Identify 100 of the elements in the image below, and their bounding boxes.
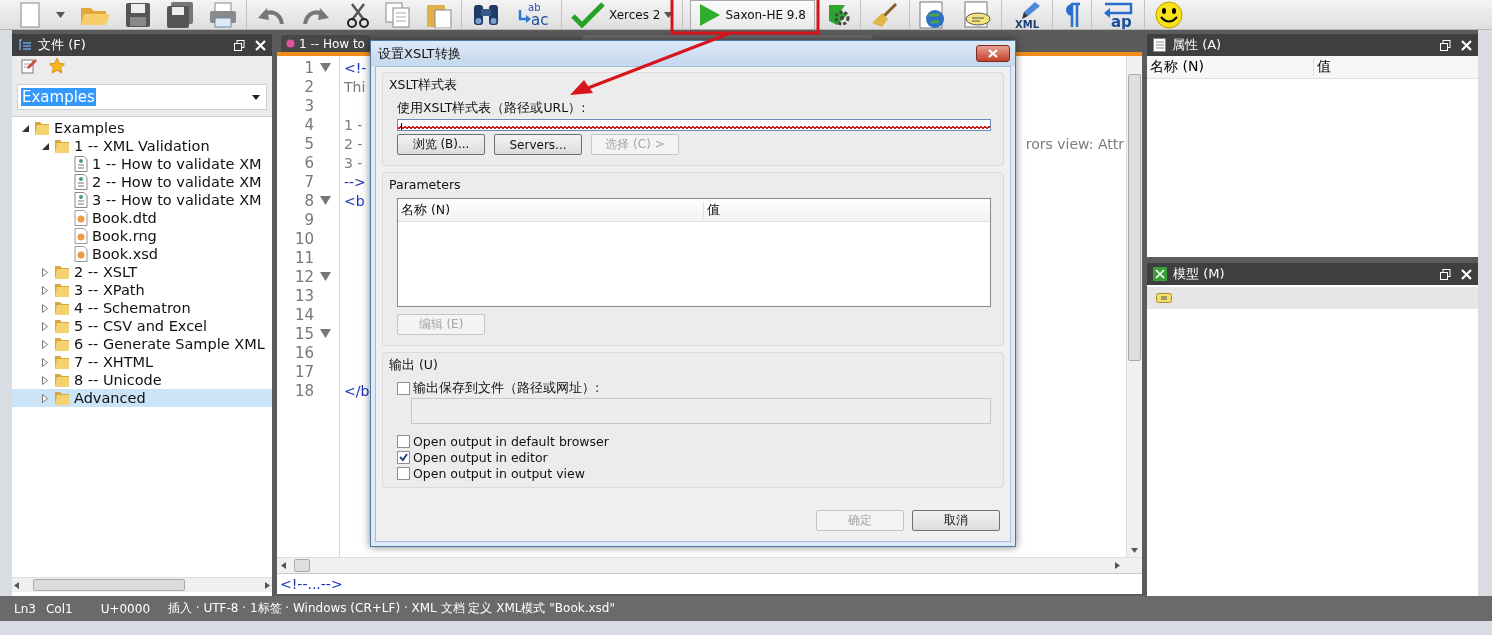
document-icon xyxy=(19,1,41,28)
checkbox[interactable] xyxy=(397,381,410,395)
tree-item[interactable]: 2 -- XSLT xyxy=(12,263,272,281)
status-text: Ln3 xyxy=(14,601,36,616)
folder-icon xyxy=(54,372,70,388)
code-text: <!- xyxy=(344,59,367,76)
tree-item[interactable]: 1 -- XML Validation xyxy=(12,137,272,155)
restore-window-icon xyxy=(234,39,245,51)
transform-button[interactable]: Saxon-HE 9.8 xyxy=(690,0,815,30)
scrollbar-thumb[interactable] xyxy=(1128,74,1141,361)
checkbox[interactable] xyxy=(397,434,410,448)
collapsed-arrow-icon[interactable] xyxy=(42,375,48,385)
tree-item[interactable]: Examples xyxy=(12,119,272,137)
tree-item[interactable]: Book.rng xyxy=(12,227,272,245)
dot-icon xyxy=(286,39,295,48)
float-button[interactable] xyxy=(234,39,245,51)
collapsed-arrow-icon[interactable] xyxy=(42,321,48,331)
save-button[interactable] xyxy=(123,0,153,29)
tree-item[interactable]: 3 -- XPath xyxy=(12,281,272,299)
column-header[interactable]: 名称 (N) xyxy=(398,201,704,219)
line-number: 8 xyxy=(304,191,314,210)
checkbox-label: Open output in editor xyxy=(413,449,548,465)
validate-button[interactable]: Xerces 2 xyxy=(569,0,676,29)
group-title: Parameters xyxy=(389,177,462,192)
expanded-arrow-icon[interactable] xyxy=(41,142,49,150)
vertical-scrollbar[interactable] xyxy=(1126,56,1142,557)
pages-icon xyxy=(385,1,411,28)
tree-item[interactable]: 8 -- Unicode xyxy=(12,371,272,389)
star-icon xyxy=(49,58,65,74)
badge-file-icon xyxy=(74,210,88,226)
horizontal-scrollbar[interactable] xyxy=(277,557,1142,573)
restore-window-icon xyxy=(1440,268,1451,280)
line-number: 15 xyxy=(294,324,314,343)
float-button[interactable] xyxy=(1440,39,1451,51)
collapsed-arrow-icon[interactable] xyxy=(42,303,48,313)
collapsed-arrow-icon[interactable] xyxy=(42,285,48,295)
save-all-button[interactable] xyxy=(164,0,196,29)
tree-item[interactable]: 4 -- Schematron xyxy=(12,299,272,317)
column-header[interactable]: 值 xyxy=(704,201,720,219)
close-button[interactable] xyxy=(976,45,1010,62)
checkbox-label: 输出保存到文件（路径或网址）: xyxy=(413,379,600,397)
line-number: 5 xyxy=(304,134,314,153)
caret-icon xyxy=(252,94,260,100)
checkmark-icon xyxy=(571,1,605,28)
output-path-field[interactable] xyxy=(411,398,991,424)
folder-icon xyxy=(54,282,70,298)
float-button[interactable] xyxy=(1440,268,1451,280)
collapsed-arrow-icon[interactable] xyxy=(42,393,48,403)
scrollbar-thumb[interactable] xyxy=(294,559,310,572)
tree-item[interactable]: 3 -- How to validate XM xyxy=(12,191,272,209)
scrollbar-thumb[interactable] xyxy=(33,579,185,591)
editor-tab[interactable]: 1 -- How to xyxy=(281,35,371,52)
tree-item[interactable]: 5 -- CSV and Excel xyxy=(12,317,272,335)
tree-item[interactable]: 2 -- How to validate XM xyxy=(12,173,272,191)
tree-item[interactable]: 6 -- Generate Sample XML xyxy=(12,335,272,353)
tree-item[interactable]: Book.dtd xyxy=(12,209,272,227)
line-number: 1 xyxy=(304,58,314,77)
horizontal-scrollbar[interactable] xyxy=(12,577,272,592)
floppy-disks-icon xyxy=(166,1,194,28)
expanded-arrow-icon[interactable] xyxy=(21,124,29,132)
xml-tools-button[interactable]: XML xyxy=(1008,0,1045,29)
line-number: 3 xyxy=(304,96,314,115)
tree-item[interactable]: 1 -- How to validate XM xyxy=(12,155,272,173)
status-text: Col1 xyxy=(45,601,73,616)
collapsed-arrow-icon[interactable] xyxy=(42,267,48,277)
dialog-button[interactable]: 取消 xyxy=(912,510,1000,531)
fold-arrow-icon[interactable] xyxy=(320,63,331,72)
code-text: 1 - xyxy=(344,116,363,133)
fold-arrow-icon[interactable] xyxy=(320,329,331,338)
document-icon xyxy=(74,156,88,172)
column-header[interactable]: 名称 (N) xyxy=(1147,58,1314,76)
folder-icon xyxy=(54,264,70,280)
caret-icon xyxy=(56,11,65,18)
tree-item[interactable]: Advanced xyxy=(12,389,272,407)
dialog-button[interactable]: Servers... xyxy=(494,134,582,155)
replace-button[interactable]: ab ac xyxy=(514,0,554,29)
checkbox-label: Open output in default browser xyxy=(413,433,609,449)
checkbox[interactable] xyxy=(397,466,410,480)
line-number: 14 xyxy=(294,305,314,324)
restore-window-icon xyxy=(1440,39,1451,51)
print-button[interactable] xyxy=(207,0,239,29)
caret-icon xyxy=(664,11,674,18)
fold-arrow-icon[interactable] xyxy=(320,272,331,281)
group-title: 输出 (U) xyxy=(389,357,439,374)
fold-arrow-icon[interactable] xyxy=(320,196,331,205)
checkbox[interactable] xyxy=(397,450,410,464)
smiley-icon xyxy=(1153,0,1184,29)
right-arrow-icon xyxy=(1115,562,1120,569)
collapsed-arrow-icon[interactable] xyxy=(42,339,48,349)
collapsed-arrow-icon[interactable] xyxy=(42,357,48,367)
stylesheet-url-field[interactable] xyxy=(397,119,991,131)
column-header[interactable]: 值 xyxy=(1314,58,1331,76)
dialog-button[interactable]: 浏览 (B)... xyxy=(397,134,485,155)
line-number: 6 xyxy=(304,153,314,172)
tree-item[interactable]: 7 -- XHTML xyxy=(12,353,272,371)
breadcrumb[interactable]: <!--...--> xyxy=(280,576,343,592)
list-icon xyxy=(18,38,32,52)
tree-item[interactable]: Book.xsd xyxy=(12,245,272,263)
globe-document-icon xyxy=(918,0,947,29)
code-text: Thi xyxy=(344,78,366,95)
